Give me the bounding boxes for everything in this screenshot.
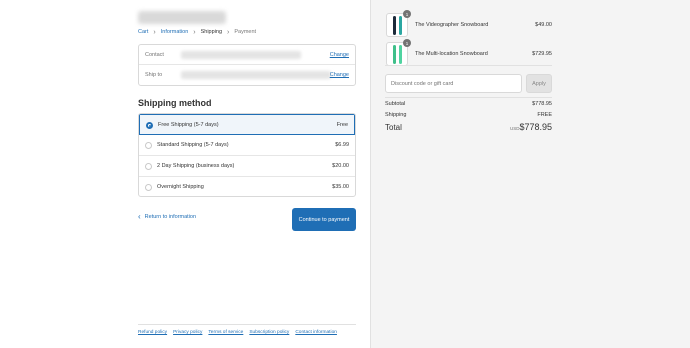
chevron-right-icon: › (227, 28, 230, 36)
return-label: Return to information (144, 214, 197, 220)
product-price: $49.00 (535, 22, 552, 28)
shipping-option-name: Free Shipping (5-7 days) (158, 122, 219, 128)
snowboard-image (399, 45, 402, 64)
snowboard-image (393, 45, 396, 64)
shipping-label: Shipping (385, 112, 407, 118)
total-value: $778.95 (519, 122, 552, 132)
total-label: Total (385, 123, 402, 132)
shipping-option-price: $35.00 (332, 184, 349, 190)
store-logo[interactable] (138, 11, 226, 24)
breadcrumb-information[interactable]: Information (161, 29, 189, 35)
shipping-option-free[interactable]: Free Shipping (5-7 days) Free (139, 114, 355, 135)
shipping-option-standard[interactable]: Standard Shipping (5-7 days) $6.99 (139, 135, 355, 156)
chevron-right-icon: › (153, 28, 156, 36)
shipping-option-price: $6.99 (335, 142, 349, 148)
cart-line-item: 1 The Videographer Snowboard $49.00 (386, 10, 552, 37)
product-title: The Videographer Snowboard (415, 22, 489, 28)
shipto-value-redacted (181, 71, 331, 79)
product-title: The Multi-location Snowboard (415, 51, 488, 57)
policy-footer: Refund policy Privacy policy Terms of se… (138, 324, 356, 335)
breadcrumb-cart[interactable]: Cart (138, 29, 148, 35)
contact-row: Contact Change (139, 45, 355, 65)
quantity-badge: 1 (403, 10, 411, 18)
shipping-value: FREE (537, 112, 552, 118)
divider (385, 65, 552, 66)
radio-unselected[interactable] (145, 184, 152, 191)
apply-discount-button[interactable]: Apply (526, 74, 552, 93)
shipping-option-name: 2 Day Shipping (business days) (157, 163, 235, 169)
return-to-information-link[interactable]: ‹ Return to information (138, 212, 197, 221)
shipping-option-overnight[interactable]: Overnight Shipping $35.00 (139, 177, 355, 196)
shipto-label: Ship to (145, 72, 163, 78)
quantity-badge: 1 (403, 39, 411, 47)
shipping-options: Free Shipping (5-7 days) Free Standard S… (138, 113, 356, 197)
shipping-option-price: Free (336, 122, 348, 128)
breadcrumb-shipping: Shipping (200, 29, 223, 35)
shipping-method-title: Shipping method (138, 98, 212, 108)
review-block: Contact Change Ship to Change (138, 44, 356, 86)
contact-information-link[interactable]: Contact information (295, 330, 337, 335)
shipping-option-name: Standard Shipping (5-7 days) (157, 142, 229, 148)
snowboard-image (393, 16, 396, 35)
shipping-option-name: Overnight Shipping (157, 184, 204, 190)
terms-of-service-link[interactable]: Terms of service (208, 330, 243, 335)
radio-unselected[interactable] (145, 163, 152, 170)
shipping-option-2day[interactable]: 2 Day Shipping (business days) $20.00 (139, 156, 355, 177)
radio-selected[interactable] (146, 122, 153, 129)
chevron-left-icon: ‹ (138, 212, 141, 221)
breadcrumb: Cart › Information › Shipping › Payment (138, 28, 257, 36)
divider (385, 97, 552, 98)
subscription-policy-link[interactable]: Subscription policy (249, 330, 289, 335)
privacy-policy-link[interactable]: Privacy policy (173, 330, 202, 335)
change-shipto-link[interactable]: Change (330, 72, 349, 78)
snowboard-image (399, 16, 402, 35)
cart-line-item: 1 The Multi-location Snowboard $729.95 (386, 39, 552, 66)
contact-label: Contact (145, 52, 164, 58)
subtotal-value: $778.95 (532, 101, 552, 107)
continue-to-payment-button[interactable]: Continue to payment (292, 208, 356, 231)
shipto-row: Ship to Change (139, 65, 355, 85)
discount-code-input[interactable] (385, 74, 522, 93)
radio-unselected[interactable] (145, 142, 152, 149)
change-contact-link[interactable]: Change (330, 52, 349, 58)
shipping-option-price: $20.00 (332, 163, 349, 169)
total-currency: USD (510, 126, 520, 131)
subtotal-label: Subtotal (385, 101, 406, 107)
chevron-right-icon: › (193, 28, 196, 36)
product-price: $729.95 (532, 51, 552, 57)
breadcrumb-payment: Payment (234, 29, 257, 35)
refund-policy-link[interactable]: Refund policy (138, 330, 167, 335)
contact-value-redacted (181, 51, 301, 59)
